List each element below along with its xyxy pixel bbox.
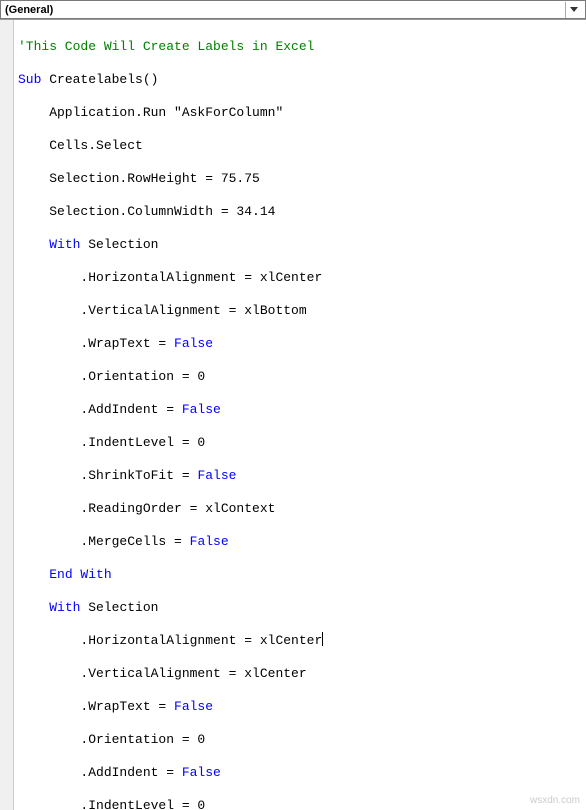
text-cursor — [322, 632, 323, 646]
object-dropdown-bar: (General) — [0, 0, 586, 20]
code-container: 'This Code Will Create Labels in Excel S… — [0, 20, 586, 810]
dropdown-value: (General) — [5, 4, 53, 16]
code-comment: 'This Code Will Create Labels in Excel — [18, 39, 314, 54]
chevron-down-icon — [565, 2, 581, 18]
object-dropdown[interactable]: (General) — [0, 0, 586, 19]
code-editor[interactable]: 'This Code Will Create Labels in Excel S… — [14, 20, 586, 810]
indicator-margin — [0, 20, 14, 810]
watermark: wsxdn.com — [530, 795, 580, 806]
